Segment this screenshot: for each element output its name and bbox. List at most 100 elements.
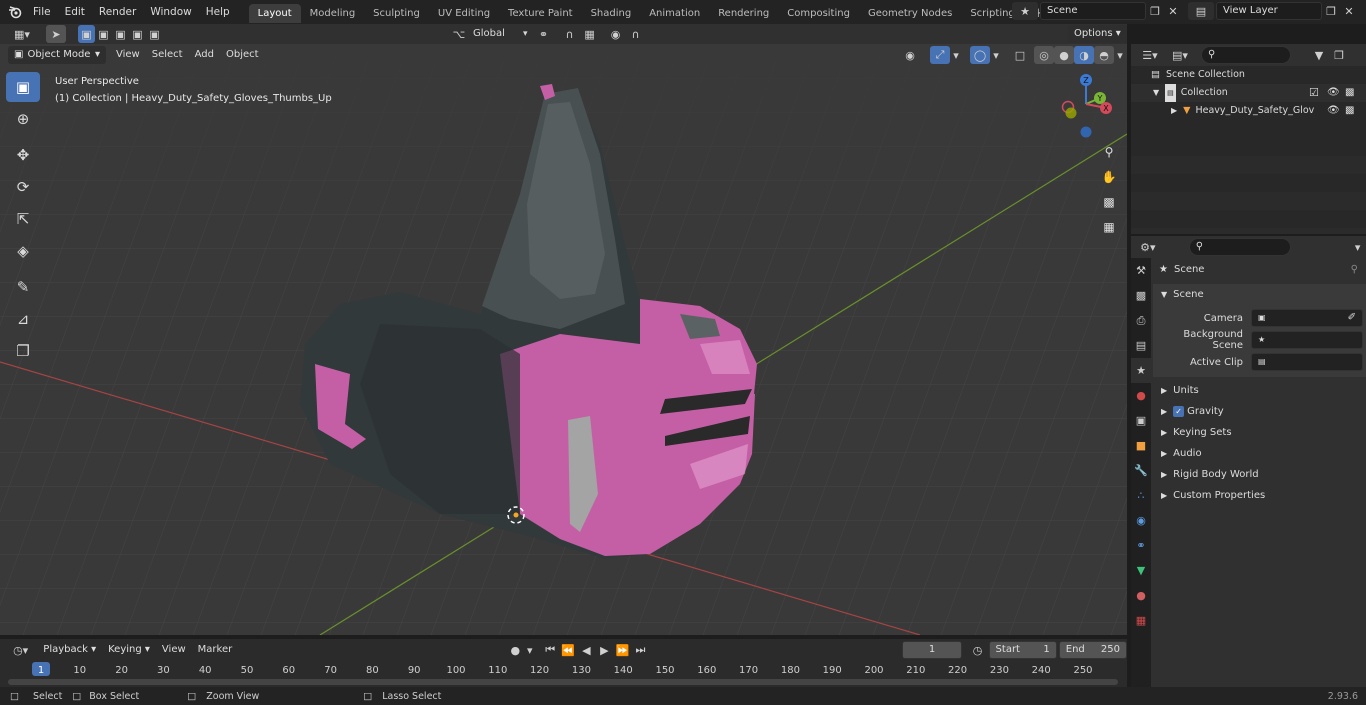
rigid-body-world-panel[interactable]: ▶ Rigid Body World — [1153, 464, 1366, 485]
modifier-tab-icon[interactable]: 🔧 — [1131, 458, 1151, 483]
texture-tab-icon[interactable]: ▦ — [1131, 608, 1151, 633]
add-cube-tool-icon[interactable]: ❐ — [6, 336, 40, 366]
scene-tab-icon[interactable]: ★ — [1131, 358, 1151, 383]
tab-layout[interactable]: Layout — [248, 3, 301, 23]
orientation-icon[interactable]: ⌥ — [451, 25, 467, 43]
pin-icon[interactable]: ⚲ — [1351, 264, 1358, 275]
gizmo-dropdown-icon[interactable]: ▾ — [950, 46, 962, 64]
properties-options-icon[interactable]: ▾ — [1349, 238, 1366, 256]
falloff-icon[interactable]: ∩ — [626, 25, 646, 43]
xray-icon[interactable]: □ — [1010, 46, 1030, 64]
physics-tab-icon[interactable]: ◉ — [1131, 508, 1151, 533]
rendered-shading-icon[interactable]: ◓ — [1094, 46, 1114, 64]
gravity-panel[interactable]: ▶ ✓ Gravity — [1153, 401, 1366, 422]
data-tab-icon[interactable]: ▼ — [1131, 558, 1151, 583]
menu-help[interactable]: Help — [199, 0, 237, 24]
object-row[interactable]: ▶ ▼ Heavy_Duty_Safety_Glov 👁 ▩ — [1131, 102, 1366, 120]
timeline-scrollbar[interactable] — [8, 679, 1118, 685]
solid-shading-icon[interactable]: ● — [1054, 46, 1074, 64]
view-layer-field[interactable]: View Layer — [1216, 2, 1322, 20]
editor-type-icon[interactable]: ▦▾ — [8, 25, 36, 43]
gizmo-toggle-icon[interactable]: ⤢ — [930, 46, 950, 64]
constraints-tab-icon[interactable]: ⚭ — [1131, 533, 1151, 558]
filter-icon[interactable]: ▼ — [1309, 46, 1329, 64]
gravity-checkbox[interactable]: ✓ — [1173, 406, 1185, 417]
select-mode-new-icon[interactable]: ▣ — [78, 25, 95, 43]
display-mode-icon[interactable]: ▤▾ — [1167, 46, 1193, 64]
transform-tool-icon[interactable]: ◈ — [6, 236, 40, 266]
object-render-camera-icon[interactable]: ▩ — [1345, 102, 1354, 120]
menu-select[interactable]: Select — [146, 45, 189, 65]
wireframe-shading-icon[interactable]: ◎ — [1034, 46, 1054, 64]
shading-dropdown-icon[interactable]: ▾ — [1114, 46, 1126, 64]
collapse-arrow-icon[interactable]: ▼ — [1153, 84, 1159, 102]
outliner-editor-icon[interactable]: ☰▾ — [1137, 46, 1163, 64]
render-tab-icon[interactable]: ▩ — [1131, 283, 1151, 308]
properties-editor-icon[interactable]: ⚙▾ — [1137, 238, 1159, 256]
exclude-checkbox-icon[interactable]: ☑ — [1309, 84, 1319, 102]
material-shading-icon[interactable]: ◑ — [1074, 46, 1094, 64]
tab-modeling[interactable]: Modeling — [301, 4, 365, 23]
visibility-icon[interactable]: ◉ — [900, 46, 920, 64]
delete-scene-icon[interactable]: ✕ — [1164, 2, 1182, 20]
mode-dropdown[interactable]: ▣ Object Mode ▾ — [8, 46, 106, 64]
menu-file[interactable]: File — [26, 0, 58, 24]
output-tab-icon[interactable]: ⎙ — [1131, 308, 1151, 333]
object-visibility-eye-icon[interactable]: 👁 — [1327, 102, 1340, 120]
tab-shading[interactable]: Shading — [582, 4, 641, 23]
menu-view[interactable]: View — [110, 45, 146, 65]
overlay-dropdown-icon[interactable]: ▾ — [990, 46, 1002, 64]
pivot-icon[interactable]: ⚭ — [534, 25, 554, 43]
view-layer-icon[interactable]: ▤ — [1188, 2, 1214, 20]
tab-compositing[interactable]: Compositing — [778, 4, 859, 23]
tab-texture-paint[interactable]: Texture Paint — [499, 4, 582, 23]
collection-row[interactable]: ▼ ▤ Collection ☑ 👁 ▩ — [1131, 84, 1366, 102]
expand-arrow-icon[interactable]: ▶ — [1171, 102, 1177, 120]
menu-render[interactable]: Render — [92, 0, 143, 24]
outliner-search-input[interactable]: ⚲ — [1201, 46, 1291, 64]
properties-search-input[interactable]: ⚲ — [1188, 238, 1292, 256]
menu-edit[interactable]: Edit — [58, 0, 92, 24]
tab-rendering[interactable]: Rendering — [709, 4, 778, 23]
camera-field[interactable]: ▣ ✐ — [1251, 309, 1363, 327]
collection-tab-icon[interactable]: ▣ — [1131, 408, 1151, 433]
overlay-toggle-icon[interactable]: ◯ — [970, 46, 990, 64]
visibility-eye-icon[interactable]: 👁 — [1327, 84, 1340, 102]
new-scene-icon[interactable]: ❐ — [1146, 2, 1164, 20]
measure-tool-icon[interactable]: ⊿ — [6, 304, 40, 334]
menu-window[interactable]: Window — [143, 0, 198, 24]
select-mode-subtract-icon[interactable]: ▣ — [112, 25, 129, 43]
delete-view-layer-icon[interactable]: ✕ — [1340, 2, 1358, 20]
view-layer-tab-icon[interactable]: ▤ — [1131, 333, 1151, 358]
custom-properties-panel[interactable]: ▶ Custom Properties — [1153, 485, 1366, 506]
audio-panel[interactable]: ▶ Audio — [1153, 443, 1366, 464]
menu-object[interactable]: Object — [220, 45, 265, 65]
object-tab-icon[interactable]: ■ — [1131, 433, 1151, 458]
scene-collection-row[interactable]: ▤ Scene Collection — [1131, 66, 1366, 84]
background-scene-field[interactable]: ★ — [1251, 331, 1363, 349]
scale-tool-icon[interactable]: ⇱ — [6, 204, 40, 234]
ortho-grid-icon[interactable]: ▦ — [1098, 216, 1120, 238]
pan-hand-icon[interactable]: ✋ — [1098, 166, 1120, 188]
tab-geometry-nodes[interactable]: Geometry Nodes — [859, 4, 961, 23]
particles-tab-icon[interactable]: ∴ — [1131, 483, 1151, 508]
menu-add[interactable]: Add — [189, 45, 220, 65]
tab-uv-editing[interactable]: UV Editing — [429, 4, 499, 23]
scene-section-header[interactable]: ▼ Scene — [1153, 284, 1366, 305]
new-collection-icon[interactable]: ❐ — [1329, 46, 1349, 64]
select-box-tool-icon[interactable]: ▣ — [6, 72, 40, 102]
scene-icon[interactable]: ★ — [1012, 2, 1038, 20]
3d-viewport[interactable] — [0, 44, 1127, 635]
render-camera-icon[interactable]: ▩ — [1345, 84, 1354, 102]
world-tab-icon[interactable]: ● — [1131, 383, 1151, 408]
tab-animation[interactable]: Animation — [640, 4, 709, 23]
transform-orientation-dropdown[interactable]: Global — [467, 24, 523, 44]
material-tab-icon[interactable]: ● — [1131, 583, 1151, 608]
snap-target-icon[interactable]: ▦ — [580, 25, 600, 43]
zoom-icon[interactable]: ⚲ — [1098, 141, 1120, 163]
blender-logo-icon[interactable] — [4, 3, 26, 21]
move-tool-icon[interactable]: ✥ — [6, 140, 40, 170]
select-mode-extend-icon[interactable]: ▣ — [95, 25, 112, 43]
eyedropper-icon[interactable]: ✐ — [1348, 310, 1356, 326]
rotate-tool-icon[interactable]: ⟳ — [6, 172, 40, 202]
